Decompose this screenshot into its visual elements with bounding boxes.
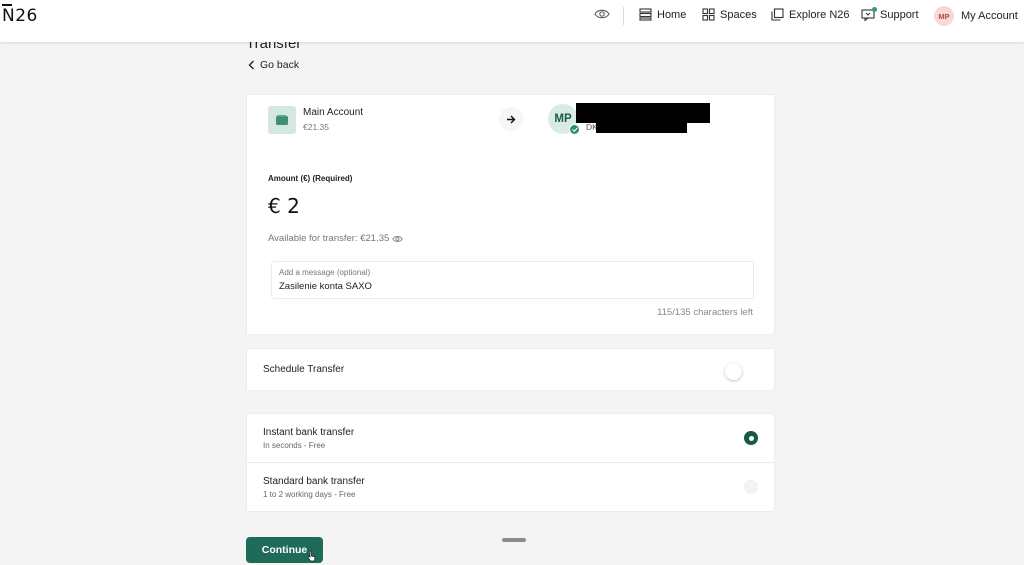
spaces-icon — [702, 8, 715, 21]
eye-icon[interactable] — [392, 235, 404, 243]
available-balance: Available for transfer: €21.35 — [268, 233, 404, 244]
message-field[interactable]: Add a message (optional) Zasilenie konta… — [271, 261, 754, 299]
radio-selected[interactable] — [744, 431, 758, 445]
home-icon — [639, 8, 652, 21]
amount-input[interactable]: € 2 — [268, 194, 300, 218]
notification-dot — [872, 7, 877, 12]
n26-logo[interactable]: N26 — [2, 6, 38, 26]
option-title: Standard bank transfer — [263, 476, 365, 487]
option-subtitle: In seconds - Free — [263, 441, 326, 450]
schedule-toggle[interactable] — [725, 363, 742, 380]
nav-account-label: My Account — [961, 10, 1018, 22]
option-subtitle: 1 to 2 working days - Free — [263, 490, 356, 499]
standard-transfer-option[interactable]: Standard bank transfer 1 to 2 working da… — [247, 463, 774, 512]
transfer-options-card: Instant bank transfer In seconds - Free … — [246, 413, 775, 512]
nav-support-label: Support — [880, 8, 919, 21]
nav-support[interactable]: Support — [861, 7, 919, 21]
nav-home-label: Home — [657, 8, 687, 21]
nav-home[interactable]: Home — [639, 8, 686, 21]
schedule-label: Schedule Transfer — [263, 364, 345, 375]
amount-label: Amount (€) (Required) — [268, 174, 353, 183]
source-account-name: Main Account — [303, 107, 364, 118]
transfer-card: Main Account €21.35 MP DK Amount (€) (Re… — [246, 94, 775, 335]
radio-unselected[interactable] — [744, 480, 758, 494]
nav-divider — [623, 7, 624, 25]
top-navigation: N26 Home Spaces Explore N26 Support MP M… — [0, 0, 1024, 42]
nav-spaces-label: Spaces — [720, 8, 757, 21]
option-title: Instant bank transfer — [263, 427, 355, 438]
nav-explore[interactable]: Explore N26 — [771, 8, 850, 21]
nav-my-account[interactable]: MP My Account — [934, 6, 1018, 26]
eye-icon[interactable] — [594, 8, 610, 20]
source-account-balance: €21.35 — [303, 122, 329, 132]
character-counter: 115/135 characters left — [657, 307, 753, 318]
instant-transfer-option[interactable]: Instant bank transfer In seconds - Free — [247, 414, 774, 463]
arrow-right-icon — [499, 107, 523, 131]
go-back-label: Go back — [260, 59, 300, 71]
support-icon — [861, 7, 877, 21]
go-back-link[interactable]: Go back — [248, 59, 299, 71]
available-text: Available for transfer: €21.35 — [268, 233, 390, 244]
pointer-cursor-icon — [307, 550, 316, 562]
schedule-card: Schedule Transfer — [246, 348, 775, 391]
avatar: MP — [934, 6, 954, 26]
nav-explore-label: Explore N26 — [789, 8, 850, 21]
check-icon — [569, 124, 580, 135]
chevron-left-icon — [248, 60, 254, 70]
explore-icon — [771, 8, 784, 21]
redacted-recipient-iban — [596, 117, 687, 133]
wallet-icon — [268, 106, 296, 134]
message-value: Zasilenie konta SAXO — [279, 281, 372, 292]
nav-spaces[interactable]: Spaces — [702, 8, 757, 21]
scroll-handle[interactable] — [502, 538, 526, 542]
message-placeholder: Add a message (optional) — [279, 268, 371, 277]
